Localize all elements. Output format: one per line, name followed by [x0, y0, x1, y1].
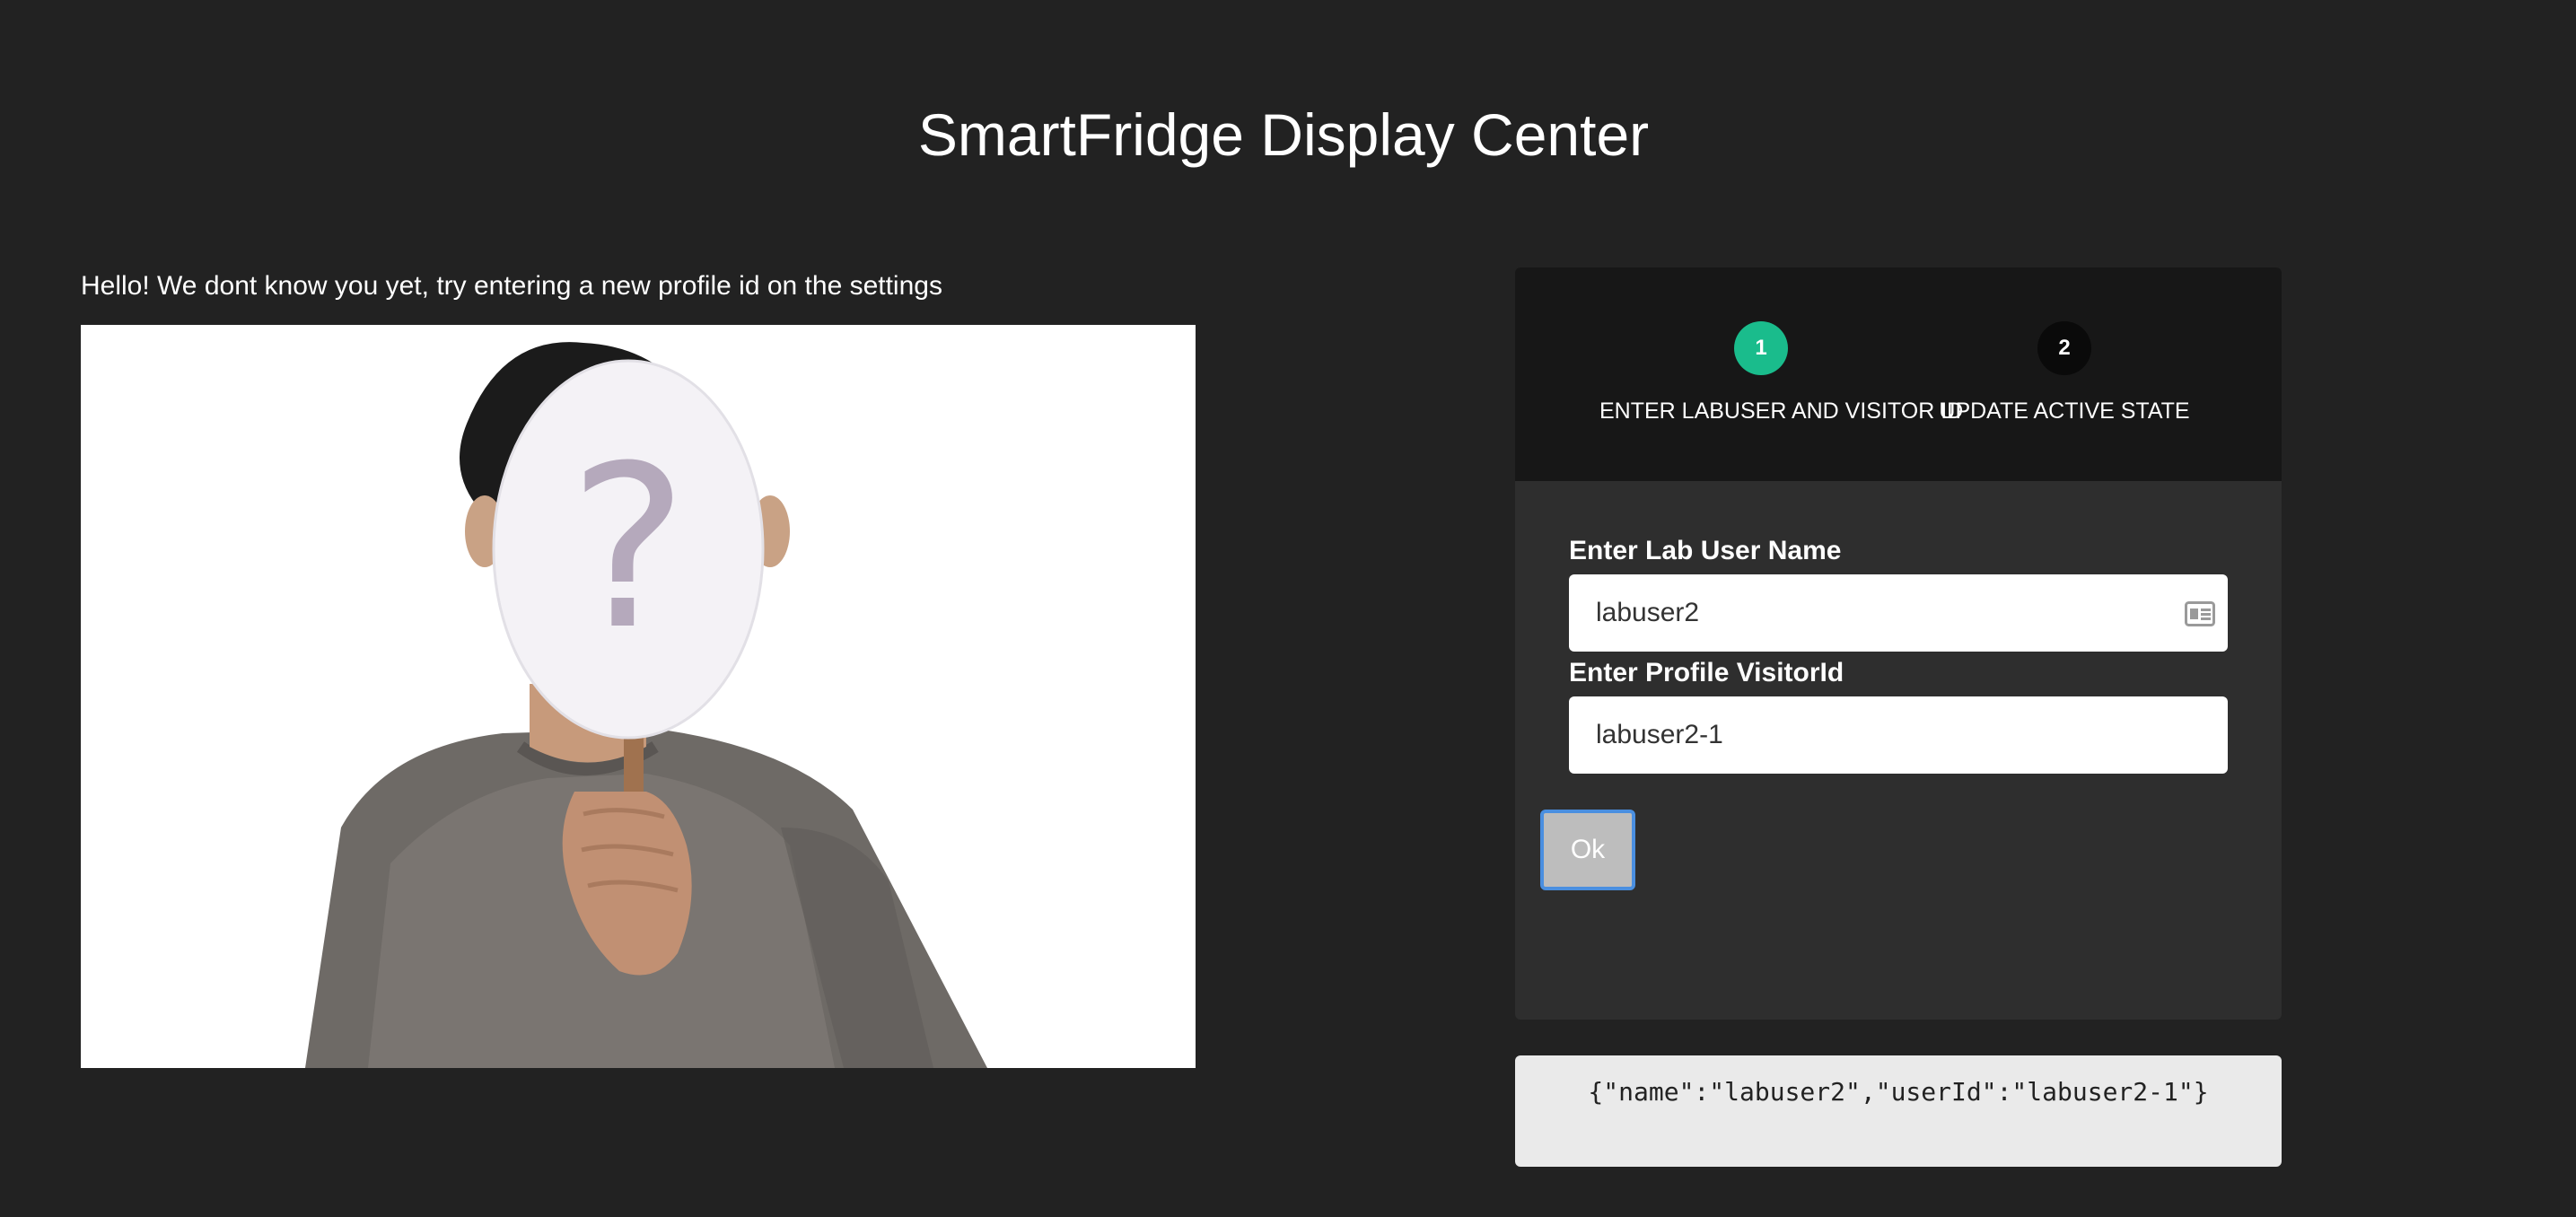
json-output-panel: {"name":"labuser2","userId":"labuser2-1"…: [1515, 1055, 2282, 1167]
username-field-wrapper: [1569, 574, 2228, 652]
svg-text:?: ?: [569, 417, 688, 679]
profile-form: Enter Lab User Name Enter Profile Visito…: [1569, 533, 2230, 777]
wizard-step-2[interactable]: 2 UPDATE ACTIVE STATE: [1903, 321, 2226, 425]
visitor-id-label: Enter Profile VisitorId: [1569, 658, 1844, 687]
visitor-id-input[interactable]: [1569, 696, 2228, 774]
username-label: Enter Lab User Name: [1569, 536, 1842, 565]
id-card-icon: [2185, 601, 2215, 626]
step-label: UPDATE ACTIVE STATE: [1939, 398, 2190, 424]
unknown-profile-image: ?: [81, 325, 1196, 1068]
visitor-id-field-wrapper: [1569, 696, 2228, 774]
step-label: ENTER LABUSER AND VISITOR ID: [1599, 398, 1964, 424]
greeting-text: Hello! We dont know you yet, try enterin…: [81, 271, 942, 301]
step-number-badge: 1: [1734, 321, 1788, 375]
username-input[interactable]: [1569, 574, 2228, 652]
step-number-badge: 2: [2037, 321, 2091, 375]
wizard-step-1[interactable]: 1 ENTER LABUSER AND VISITOR ID: [1599, 321, 1964, 425]
page-title: SmartFridge Display Center: [917, 101, 1650, 168]
page: SmartFridge Display Center Hello! We don…: [0, 0, 2576, 1217]
ok-button[interactable]: Ok: [1540, 810, 1635, 890]
